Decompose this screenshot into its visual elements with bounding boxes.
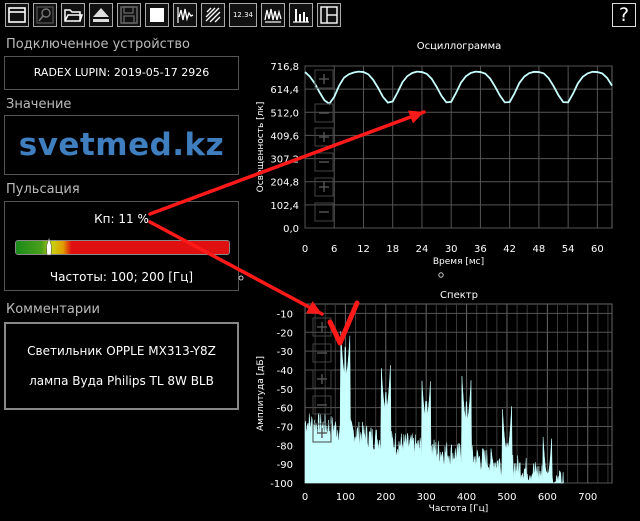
oscillogram-chart: 0 6 12 18 24 30 36 42 48 54 600,0102,4204,8307,240… [256, 62, 613, 278]
spectrum-xtick: 500 [497, 492, 516, 503]
spectrum-xlabel: Частота [Гц] [429, 504, 489, 514]
spectrum-xtick: 0 [302, 492, 308, 503]
spectrum-chart: -10 -20 -30 -40 -50 -60 -70 -80 -90 -100 0 100 200 30… [256, 303, 613, 514]
oscillogram-ytick: 204,8 [270, 178, 299, 189]
spectrum-ytick: -80 [277, 441, 293, 452]
spectrum-xtick: 700 [578, 492, 597, 503]
oscillogram-ytick: 512,0 [270, 108, 299, 119]
spectrum-ytick: -50 [277, 385, 293, 396]
spectrum-xtick: 400 [457, 492, 476, 503]
oscillogram-xtick: 24 [416, 244, 429, 255]
spectrum-xtick: 100 [336, 492, 355, 503]
oscillogram-handle [438, 272, 444, 278]
oscillogram-xtick: 60 [591, 244, 604, 255]
oscillogram-xtick: 18 [386, 244, 399, 255]
oscillogram-xtick: 48 [533, 244, 546, 255]
splitter-handle [238, 275, 244, 281]
oscillogram-ytick: 0,0 [283, 224, 299, 235]
arrow-to-spectrum [148, 220, 324, 316]
oscillogram-frame [304, 65, 613, 229]
spectrum-ylabel: Амплитуда [дБ] [256, 356, 266, 431]
spectrum-ytick: -20 [277, 328, 293, 339]
oscillogram-ytick: 102,4 [270, 201, 299, 212]
spectrum-ytick: -60 [277, 404, 293, 415]
oscillogram-ytick: 409,6 [270, 131, 299, 142]
oscillogram-xtick: 12 [357, 244, 370, 255]
spectrum-xtick: 600 [538, 492, 557, 503]
oscillogram-xtick: 0 [302, 244, 308, 255]
spectrum-ytick: -10 [277, 309, 293, 320]
oscillogram-ylabel: Освещенность [лк] [256, 102, 266, 193]
oscillogram-ytick: 614,4 [270, 85, 299, 96]
oscillogram-xtick: 6 [331, 244, 337, 255]
spectrum-ytick: -40 [277, 366, 293, 377]
spectrum-ytick: -70 [277, 422, 293, 433]
spectrum-ytick: -90 [277, 460, 293, 471]
oscillogram-xtick: 36 [474, 244, 487, 255]
spectrum-ytick: -30 [277, 347, 293, 358]
spectrum-ytick: -100 [270, 479, 293, 490]
oscillogram-xtick: 54 [562, 244, 575, 255]
spectrum-xtick: 300 [417, 492, 436, 503]
oscillogram-xtick: 42 [503, 244, 516, 255]
spectrum-area [304, 331, 564, 484]
checkmark-icon [327, 300, 360, 346]
oscillogram-xtick: 30 [445, 244, 458, 255]
oscillogram-ytick: 716,8 [270, 62, 299, 73]
charts-canvas: 0 6 12 18 24 30 36 42 48 54 600,0102,4204,8307,240… [148, 62, 613, 514]
oscillogram-trace [304, 70, 613, 105]
spectrum-xtick: 200 [376, 492, 395, 503]
arrow-to-oscillogram [148, 110, 426, 216]
oscillogram-xlabel: Время [мс] [433, 257, 484, 267]
